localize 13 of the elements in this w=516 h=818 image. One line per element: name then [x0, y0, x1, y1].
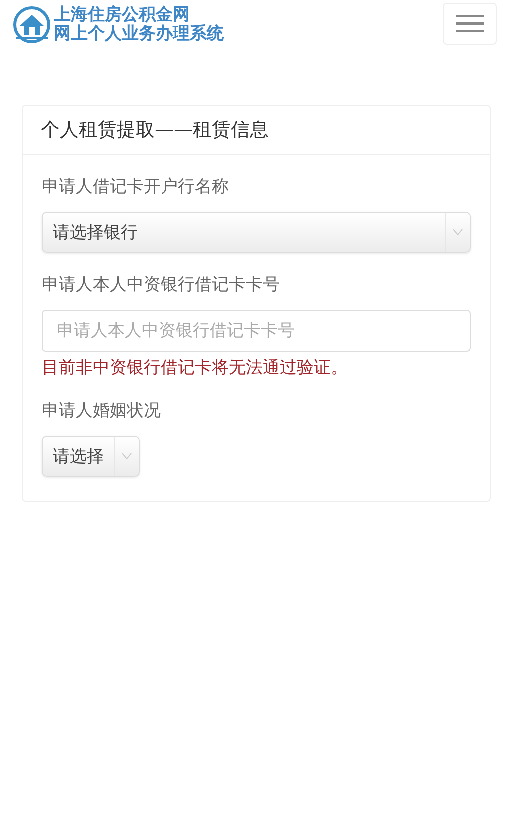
house-logo-icon [12, 5, 52, 45]
menu-icon [456, 15, 484, 33]
validation-message: 目前非中资银行借记卡将无法通过验证。 [42, 357, 348, 379]
menu-button[interactable] [443, 3, 497, 45]
field-label: 申请人婚姻状况 [42, 400, 161, 422]
logo-text: 网上个人业务办理系统 [54, 25, 224, 44]
card-title: 个人租赁提取——租赁信息 [41, 118, 269, 143]
logo-text: 上海住房公积金网 [54, 6, 190, 25]
input-field[interactable]: 申请人本人中资银行借记卡卡号 [42, 310, 471, 352]
field-label: 申请人本人中资银行借记卡卡号 [42, 274, 280, 296]
field-label: 申请人借记卡开户行名称 [42, 176, 229, 198]
select-field[interactable]: 请选择 [42, 436, 140, 477]
select-field[interactable]: 请选择银行 [42, 212, 471, 253]
